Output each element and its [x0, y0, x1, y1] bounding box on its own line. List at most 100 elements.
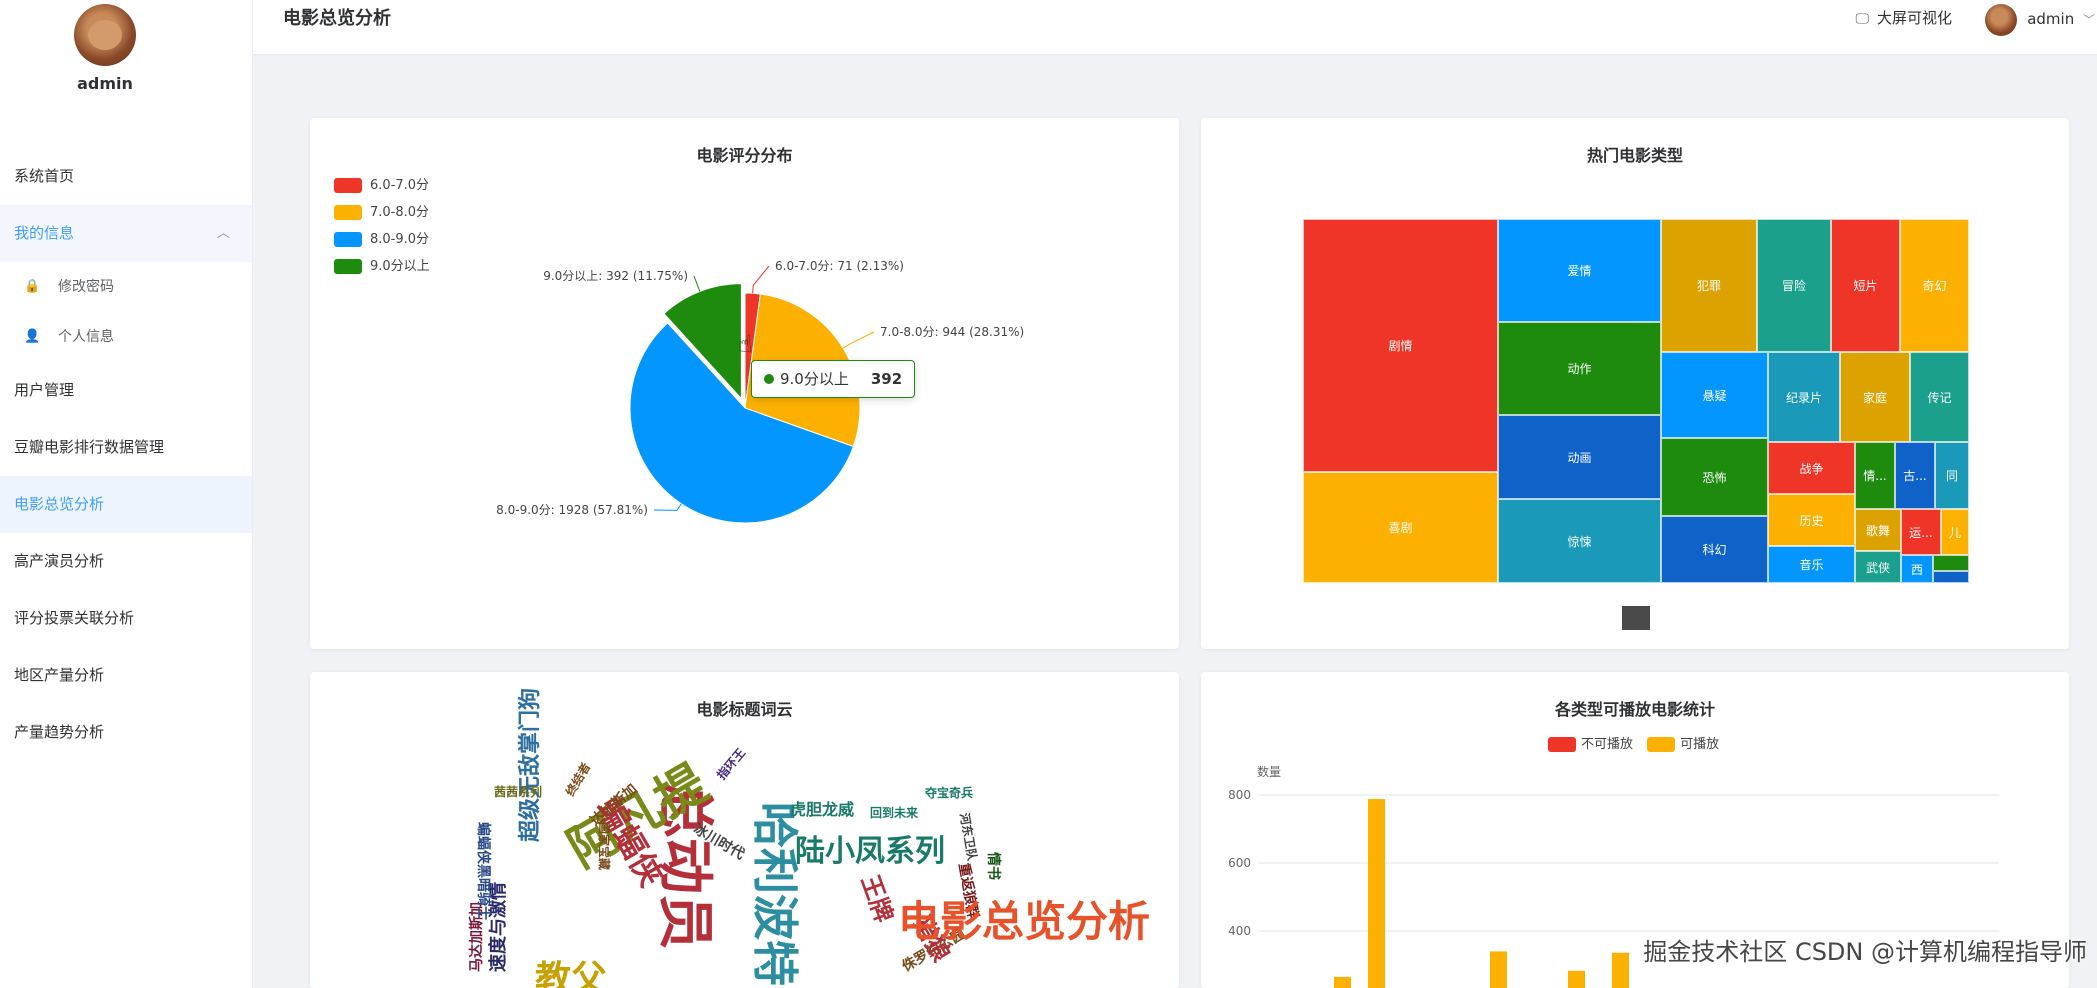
treemap-cell[interactable]: 剧情	[1303, 219, 1498, 472]
cloud-word[interactable]: 陆小凤系列	[795, 837, 945, 867]
treemap-cell[interactable]: 爱情	[1498, 219, 1661, 322]
bigscreen-link[interactable]: 🖵 大屏可视化	[1855, 0, 1952, 37]
bar[interactable]	[1368, 799, 1385, 988]
sidebar-item-actors[interactable]: 高产演员分析	[0, 533, 252, 590]
treemap-cell[interactable]: 纪录片	[1768, 352, 1840, 442]
sidebar-item-my-info[interactable]: 我的信息 ︿	[0, 205, 252, 262]
treemap-cell[interactable]: 动作	[1498, 322, 1661, 415]
lock-icon: 🔒	[24, 279, 41, 294]
y-axis-label: 数量	[1257, 764, 1281, 779]
pie-label-line	[653, 503, 682, 511]
treemap-cell[interactable]: 悬疑	[1661, 352, 1768, 438]
cloud-word[interactable]: 终结者	[563, 760, 593, 798]
cloud-word[interactable]: 王牌	[856, 871, 899, 926]
treemap-cell[interactable]: 惊悚	[1498, 499, 1661, 583]
treemap-cell[interactable]: 西	[1901, 555, 1933, 583]
monitor-icon: 🖵	[1855, 11, 1869, 27]
bar[interactable]	[1334, 976, 1351, 988]
sidebar-item-region[interactable]: 地区产量分析	[0, 647, 252, 704]
cloud-word[interactable]: 超级无敌掌门狗	[518, 688, 543, 842]
pie-label: 9.0分以上: 392 (11.75%)	[543, 269, 688, 283]
treemap-cell[interactable]: 家庭	[1840, 352, 1910, 442]
pie-label: 7.0-8.0分: 944 (28.31%)	[880, 325, 1024, 339]
cloud-word[interactable]: 回到未来	[870, 807, 918, 819]
tooltip-value: 392	[870, 370, 903, 388]
treemap-cell[interactable]: 科幻	[1661, 516, 1768, 583]
treemap-cell[interactable]: 奇幻	[1900, 219, 1969, 352]
watermark: 掘金技术社区 CSDN @计算机编程指导师	[1643, 932, 2087, 967]
watermark-text: CSDN @计算机编程指导师	[1794, 938, 2087, 966]
header-username: admin	[2027, 10, 2075, 28]
video-overlay-title: 电影总览分析	[898, 897, 1151, 946]
treemap-cell[interactable]: 武侠	[1855, 551, 1901, 583]
treemap-cell[interactable]: 冒险	[1757, 219, 1831, 352]
cloud-word[interactable]: 教父	[535, 962, 607, 988]
treemap-cell[interactable]: 犯罪	[1661, 219, 1757, 352]
sidebar-item-douban-data[interactable]: 豆瓣电影排行数据管理	[0, 419, 252, 476]
cloud-word[interactable]: 茜茜系列	[494, 786, 542, 798]
treemap-cell[interactable]: 歌舞	[1855, 509, 1901, 551]
sidebar: admin 系统首页 我的信息 ︿ 🔒 修改密码 👤 个人信息 用户管理 豆瓣电影排行…	[0, 0, 253, 988]
pie-label-line	[842, 331, 875, 349]
chart-title: 热门电影类型	[1586, 146, 1683, 165]
cloud-word[interactable]: 指环王	[714, 746, 748, 783]
cloud-word[interactable]: 速度与激情	[488, 882, 509, 972]
cursor-hand-icon: ☝	[738, 330, 753, 358]
treemap-cell[interactable]: 动画	[1498, 415, 1661, 499]
user-menu[interactable]: admin ﹀	[1985, 2, 2097, 36]
treemap-cell[interactable]	[1933, 571, 1969, 583]
sidebar-item-overview[interactable]: 电影总览分析	[0, 476, 252, 533]
sidebar-item-users[interactable]: 用户管理	[0, 362, 252, 419]
bar[interactable]	[1612, 952, 1629, 988]
treemap-cell[interactable]: 古...	[1895, 442, 1935, 509]
pie-label-line	[752, 265, 770, 294]
cloud-word[interactable]: 河东卫队	[957, 812, 979, 862]
avatar[interactable]	[74, 4, 136, 66]
bigscreen-label: 大屏可视化	[1876, 9, 1952, 27]
chevron-up-icon: ︿	[216, 226, 230, 241]
cloud-word[interactable]: 情书	[985, 852, 1001, 880]
treemap-cell[interactable]: 儿	[1941, 509, 1969, 555]
treemap: 剧情 喜剧 爱情 动作 动画 惊悚 犯罪 冒险 短片 奇幻 悬疑 纪录片 家庭 …	[1303, 219, 1969, 583]
topbar: 电影总览分析 🖵 大屏可视化 admin ﹀	[253, 0, 2097, 55]
sidebar-item-home[interactable]: 系统首页	[0, 148, 252, 205]
treemap-cell[interactable]: 音乐	[1768, 546, 1855, 583]
tooltip-label: 9.0分以上	[780, 370, 849, 388]
sidebar-menu: 系统首页 我的信息 ︿ 🔒 修改密码 👤 个人信息 用户管理 豆瓣电影排行数据管理 电…	[0, 148, 252, 761]
bar[interactable]	[1568, 970, 1585, 988]
watermark-prefix: 掘金技术社区	[1643, 938, 1788, 966]
treemap-cell[interactable]: 战争	[1768, 442, 1855, 494]
cloud-word[interactable]: 国家宝藏	[597, 822, 611, 870]
treemap-cell[interactable]: 传记	[1910, 352, 1969, 442]
bar[interactable]	[1490, 951, 1507, 988]
treemap-breadcrumb[interactable]	[1622, 606, 1650, 630]
sidebar-username: admin	[77, 74, 133, 93]
cloud-word[interactable]: 哈利波特	[748, 802, 802, 986]
user-icon: 👤	[24, 329, 41, 344]
cloud-word[interactable]: 蝙蝠侠黑暗骑士	[475, 822, 491, 920]
pie-label: 8.0-9.0分: 1928 (57.81%)	[496, 503, 648, 517]
genre-treemap-card: 热门电影类型 剧情 喜剧 爱情 动作 动画 惊悚 犯罪 冒险 短片 奇幻 悬疑 …	[1201, 118, 2069, 649]
cloud-word[interactable]: 夺宝奇兵	[925, 787, 973, 799]
treemap-cell[interactable]	[1933, 555, 1969, 571]
page-title: 电影总览分析	[283, 8, 391, 29]
pie-label: 6.0-7.0分: 71 (2.13%)	[775, 259, 904, 273]
rating-pie-chart: 6.0-7.0分: 71 (2.13%) 7.0-8.0分: 944 (28.31…	[496, 259, 1024, 524]
sidebar-item-trend[interactable]: 产量趋势分析	[0, 704, 252, 761]
sidebar-item-profile[interactable]: 👤 个人信息	[0, 312, 252, 362]
treemap-cell[interactable]: 同	[1935, 442, 1969, 509]
treemap-cell[interactable]: 喜剧	[1303, 472, 1498, 583]
sidebar-item-change-password[interactable]: 🔒 修改密码	[0, 262, 252, 312]
treemap-cell[interactable]: 历史	[1768, 494, 1855, 546]
y-tick-label: 600	[1228, 856, 1251, 870]
treemap-cell[interactable]: 情...	[1855, 442, 1895, 509]
treemap-cell[interactable]: 恐怖	[1661, 438, 1768, 516]
sidebar-item-rating-votes[interactable]: 评分投票关联分析	[0, 590, 252, 647]
sidebar-item-label: 修改密码	[58, 279, 114, 295]
y-tick-label: 800	[1228, 788, 1251, 802]
chart-tooltip: 9.0分以上 392	[751, 360, 916, 398]
cloud-word[interactable]: 虎胆龙威	[790, 802, 854, 818]
treemap-cell[interactable]: 运...	[1901, 509, 1941, 555]
treemap-cell[interactable]: 短片	[1831, 219, 1900, 352]
chevron-down-icon: ﹀	[2082, 13, 2095, 27]
